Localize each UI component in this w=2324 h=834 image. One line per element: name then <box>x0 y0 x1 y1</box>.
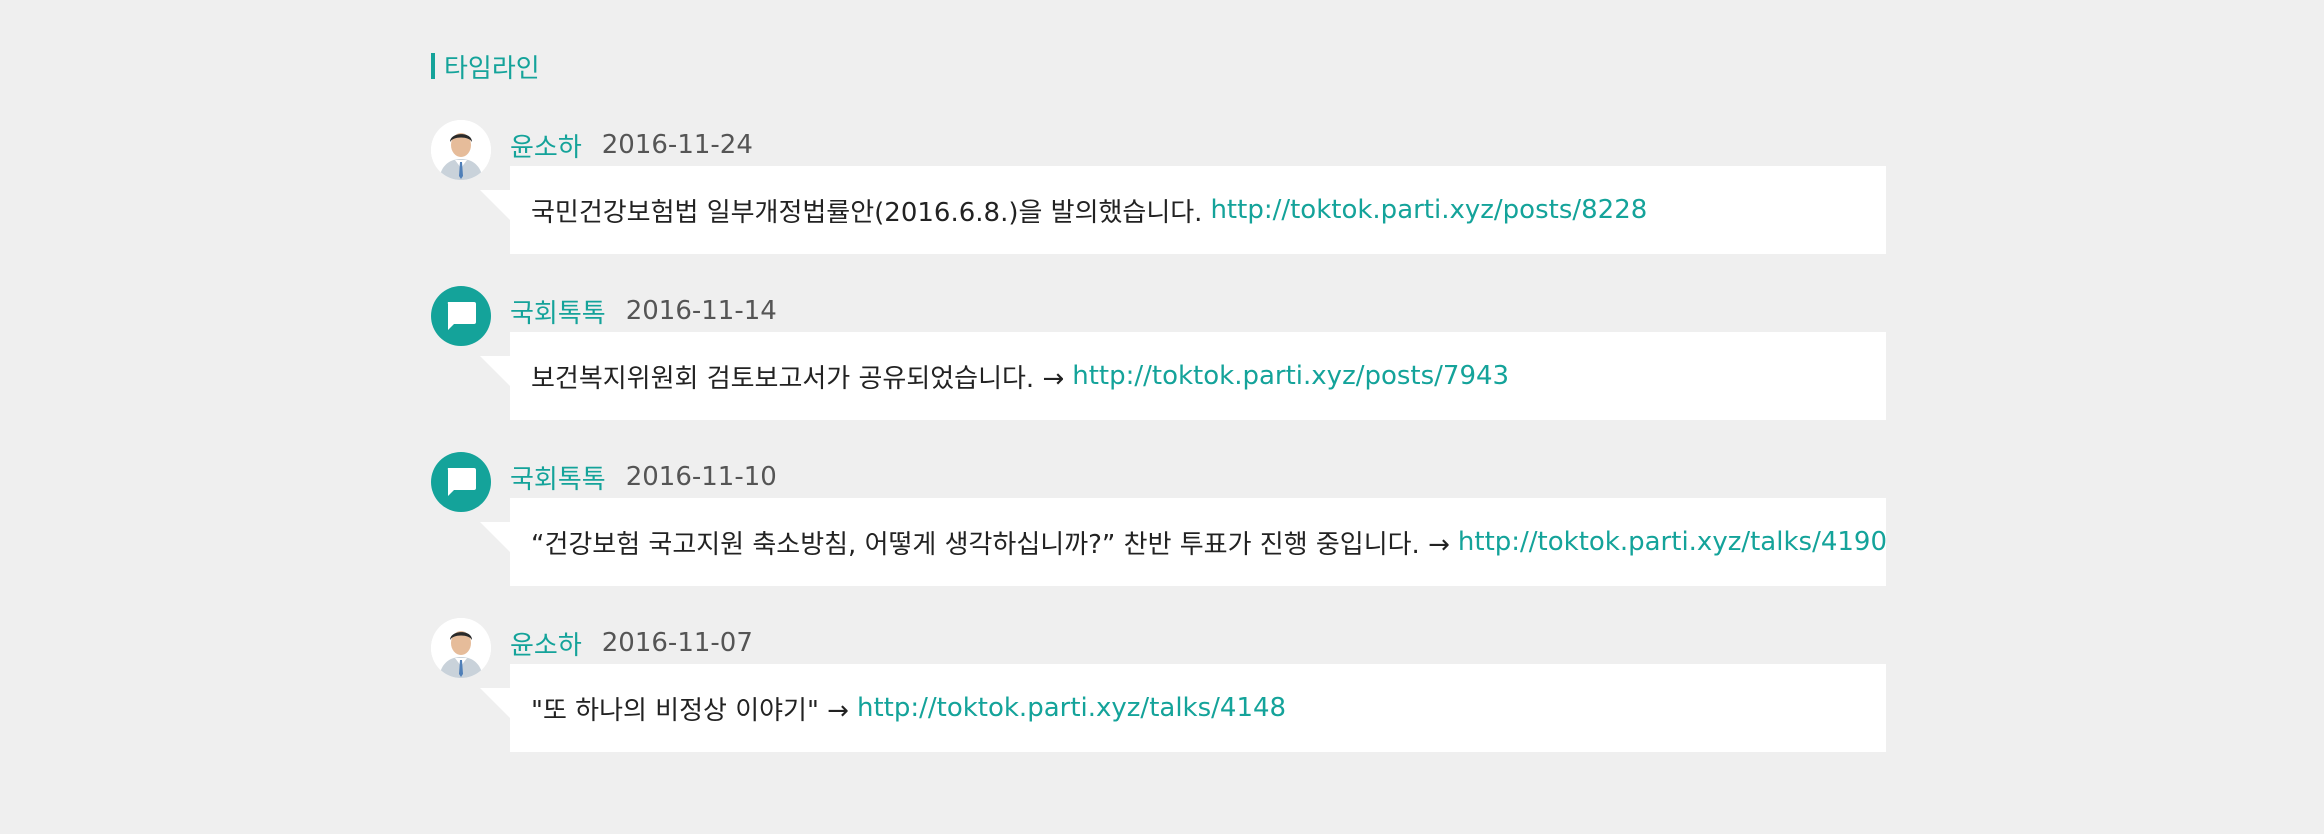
message-bubble: 국민건강보험법 일부개정법률안(2016.6.8.)을 발의했습니다. http… <box>480 166 1886 254</box>
title-accent-bar <box>431 53 435 79</box>
author-name[interactable]: 윤소하 <box>510 127 582 164</box>
message-text: “건강보험 국고지원 축소방침, 어떻게 생각하십니까?” 찬반 투표가 진행 … <box>531 529 1450 560</box>
entry-meta: 윤소하 2016-11-24 <box>510 120 753 170</box>
message-text: 보건복지위원회 검토보고서가 공유되었습니다. → <box>531 363 1065 394</box>
chat-bubble-icon <box>447 302 476 330</box>
message-link[interactable]: http://toktok.parti.xyz/posts/7943 <box>1072 361 1509 391</box>
message-text: "또 하나의 비정상 이야기" → <box>531 695 849 726</box>
entry-date: 2016-11-07 <box>601 628 753 658</box>
timeline-entry: 국회톡톡 2016-11-14 보건복지위원회 검토보고서가 공유되었습니다. … <box>431 286 1886 426</box>
message-link[interactable]: http://toktok.parti.xyz/talks/4148 <box>857 693 1286 723</box>
entry-date: 2016-11-10 <box>625 462 777 492</box>
message-text: 국민건강보험법 일부개정법률안(2016.6.8.)을 발의했습니다. <box>531 197 1203 228</box>
message-bubble: “건강보험 국고지원 축소방침, 어떻게 생각하십니까?” 찬반 투표가 진행 … <box>480 498 1887 586</box>
author-name[interactable]: 윤소하 <box>510 625 582 662</box>
entry-meta: 국회톡톡 2016-11-10 <box>510 452 777 502</box>
person-photo-icon <box>431 120 491 180</box>
timeline-entry: 국회톡톡 2016-11-10 “건강보험 국고지원 축소방침, 어떻게 생각하… <box>431 452 1887 592</box>
message-link[interactable]: http://toktok.parti.xyz/talks/4190 <box>1458 527 1887 557</box>
entry-meta: 윤소하 2016-11-07 <box>510 618 753 668</box>
message-link[interactable]: http://toktok.parti.xyz/posts/8228 <box>1210 195 1647 225</box>
chat-bubble-icon <box>447 468 476 496</box>
author-name[interactable]: 국회톡톡 <box>510 459 606 496</box>
author-avatar[interactable] <box>431 618 491 678</box>
section-title-text: 타임라인 <box>444 53 540 84</box>
message-bubble: 보건복지위원회 검토보고서가 공유되었습니다. → http://toktok.… <box>480 332 1886 420</box>
author-avatar[interactable] <box>431 286 491 346</box>
message-bubble: "또 하나의 비정상 이야기" → http://toktok.parti.xy… <box>480 664 1886 752</box>
author-avatar[interactable] <box>431 120 491 180</box>
author-name[interactable]: 국회톡톡 <box>510 293 606 330</box>
entry-date: 2016-11-14 <box>625 296 777 326</box>
author-avatar[interactable] <box>431 452 491 512</box>
timeline-entry: 윤소하 2016-11-24 국민건강보험법 일부개정법률안(2016.6.8.… <box>431 120 1886 260</box>
timeline-entry: 윤소하 2016-11-07 "또 하나의 비정상 이야기" → http://… <box>431 618 1886 758</box>
section-title: 타임라인 <box>431 46 540 86</box>
entry-meta: 국회톡톡 2016-11-14 <box>510 286 777 336</box>
entry-date: 2016-11-24 <box>601 130 753 160</box>
person-photo-icon <box>431 618 491 678</box>
